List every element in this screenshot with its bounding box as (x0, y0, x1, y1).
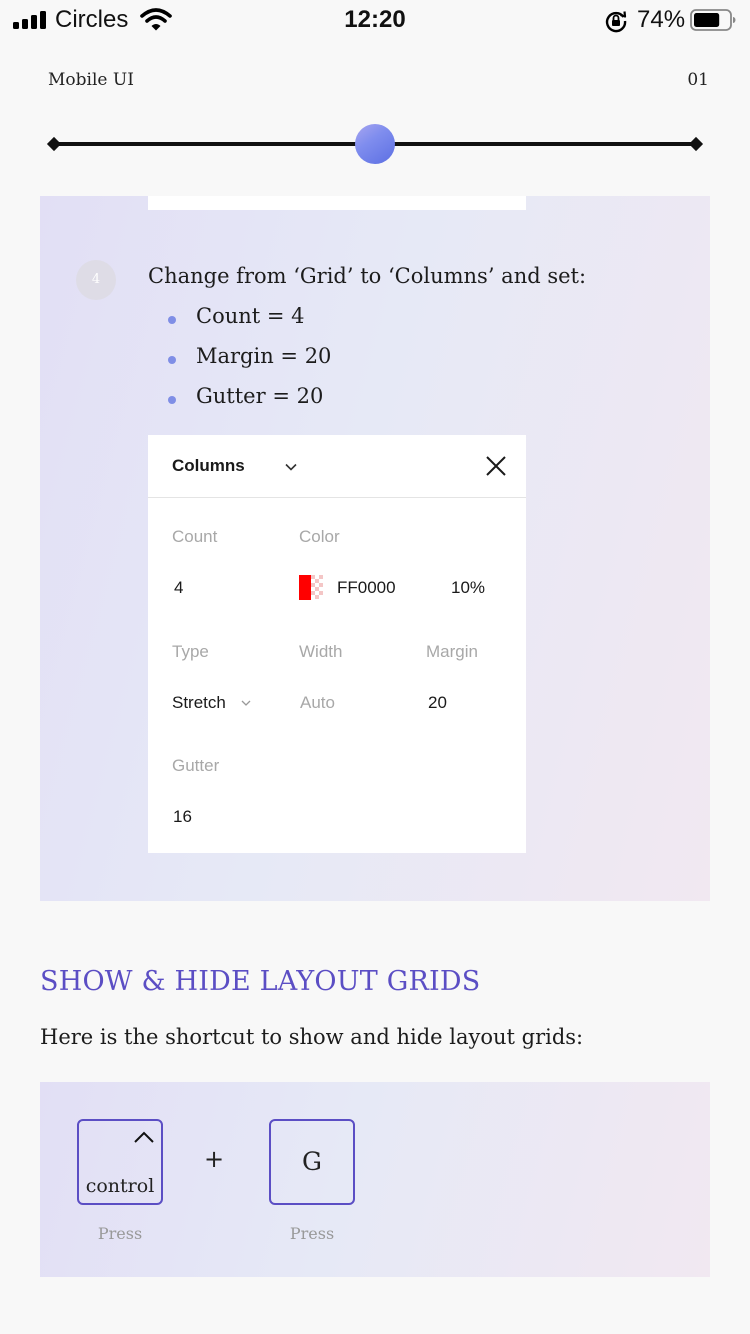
slider-end-marker (688, 136, 704, 152)
shortcut-panel: control + G Press Press (40, 1082, 710, 1277)
width-label: Width (299, 642, 343, 661)
press-hint: Press (97, 1224, 143, 1243)
width-input[interactable]: Auto (300, 693, 335, 713)
close-icon[interactable] (485, 455, 507, 477)
gutter-label: Gutter (172, 756, 220, 775)
caret-up-icon (134, 1131, 154, 1143)
color-opacity-input[interactable]: 10% (451, 578, 485, 598)
g-key-label: G (302, 1147, 322, 1176)
page-number: 01 (687, 70, 709, 90)
card-header: Columns (148, 435, 526, 498)
plus-sign: + (204, 1145, 225, 1173)
color-label: Color (299, 527, 340, 546)
slider-start-marker (46, 136, 62, 152)
step-panel: 4 Change from ‘Grid’ to ‘Columns’ and se… (40, 196, 710, 901)
bullet-item: Count = 4 (168, 304, 331, 344)
chevron-down-icon[interactable] (283, 459, 299, 475)
bullet-dot-icon (168, 396, 176, 404)
g-key: G (269, 1119, 355, 1205)
press-hint: Press (289, 1224, 335, 1243)
grid-type-select[interactable]: Columns (172, 456, 245, 476)
color-hex-input[interactable]: FF0000 (337, 578, 396, 598)
section-description: Here is the shortcut to show and hide la… (40, 1025, 584, 1049)
step-number-badge: 4 (76, 260, 116, 300)
bullet-item: Margin = 20 (168, 344, 331, 384)
bullet-text: Margin = 20 (196, 344, 332, 368)
rotation-lock-icon (605, 11, 627, 33)
bullet-item: Gutter = 20 (168, 384, 331, 424)
bullet-text: Count = 4 (196, 304, 305, 328)
control-key: control (77, 1119, 163, 1205)
count-label: Count (172, 527, 218, 546)
columns-settings-card: Columns Count Color 4 FF0000 10% Type Wi… (148, 435, 526, 853)
gutter-input[interactable]: 16 (173, 807, 192, 827)
step-instruction: Change from ‘Grid’ to ‘Columns’ and set: (148, 264, 587, 288)
count-input[interactable]: 4 (174, 578, 183, 598)
battery-icon (690, 9, 736, 31)
chevron-down-icon[interactable] (240, 697, 252, 709)
margin-input[interactable]: 20 (428, 693, 447, 713)
bullet-dot-icon (168, 316, 176, 324)
control-key-label: control (85, 1175, 155, 1197)
step-bullet-list: Count = 4 Margin = 20 Gutter = 20 (168, 304, 331, 424)
previous-card-edge (148, 196, 526, 210)
page-title: Mobile UI (48, 70, 134, 90)
status-bar: Circles 12:20 74% (0, 0, 750, 42)
margin-label: Margin (426, 642, 478, 661)
progress-slider[interactable] (46, 124, 704, 164)
color-swatch[interactable] (299, 575, 324, 600)
slider-thumb[interactable] (355, 124, 395, 164)
bullet-text: Gutter = 20 (196, 384, 324, 408)
bullet-dot-icon (168, 356, 176, 364)
type-select[interactable]: Stretch (172, 693, 226, 713)
section-heading: SHOW & HIDE LAYOUT GRIDS (40, 966, 481, 997)
type-label: Type (172, 642, 209, 661)
battery-percent: 74% (637, 6, 686, 33)
